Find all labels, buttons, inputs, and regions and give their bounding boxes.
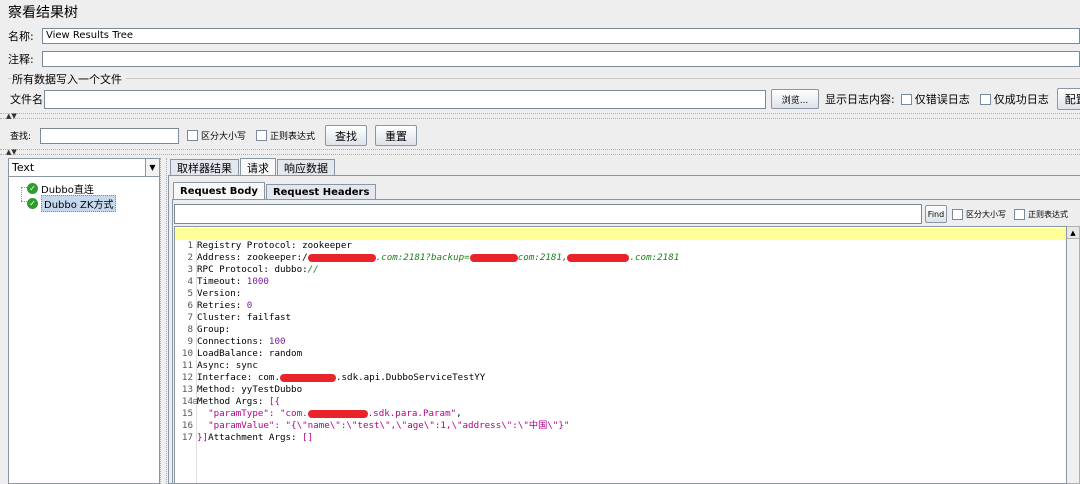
window-title: 察看结果树 <box>8 5 78 21</box>
splitter-top[interactable] <box>0 113 1080 119</box>
code-line: 14 ⊟ Method Args: [{ <box>181 396 280 407</box>
request-body-editor[interactable]: 1 Registry Protocol: zookeeper 2 Address: … <box>174 226 1067 484</box>
success-shield-icon: ✓ <box>27 183 38 194</box>
renderer-select-value: Text <box>12 161 35 174</box>
case-sensitive-label: 区分大小写 <box>201 132 247 142</box>
file-name-label: 文件名 <box>10 93 43 106</box>
tree-item-label: Dubbo直连 <box>41 185 94 196</box>
code-line: 11 Async: sync <box>181 360 258 371</box>
comment-input[interactable] <box>42 51 1080 67</box>
code-line: 3 RPC Protocol: dubbo:// <box>187 264 319 275</box>
errors-only-checkbox[interactable]: 仅错误日志 <box>900 91 970 107</box>
renderer-select[interactable]: Text ▼ <box>9 159 159 177</box>
tab-request-headers[interactable]: Request Headers <box>265 184 377 200</box>
code-line: 15 "paramType": "com. .sdk.para.Param", <box>181 408 462 419</box>
file-name-input[interactable] <box>44 89 766 109</box>
tree-item-dubbo-direct[interactable]: ✓ Dubbo直连 <box>27 181 94 196</box>
regex-box[interactable] <box>256 130 268 141</box>
reset-button[interactable]: 重置 <box>375 125 418 146</box>
code-line: 7 Cluster: failfast <box>187 312 292 323</box>
splitter-arrows-icon[interactable]: ▲▼ <box>6 113 17 120</box>
code-line: 6 Retries: 0 <box>187 300 253 311</box>
errors-only-label: 仅错误日志 <box>914 93 970 106</box>
find-button[interactable]: 查找 <box>325 125 368 146</box>
code-line: 13 Method: yyTestDubbo <box>181 384 303 395</box>
code-line: 4 Timeout: 1000 <box>187 276 269 287</box>
name-label: 名称: <box>8 30 34 43</box>
chevron-down-icon[interactable]: ▼ <box>145 159 159 176</box>
body-case-box[interactable] <box>952 208 963 220</box>
config-button[interactable]: 配置 <box>1056 88 1080 110</box>
tree-connector <box>21 187 22 201</box>
code-line: 1 Registry Protocol: zookeeper <box>175 228 1066 251</box>
scroll-up-arrow-icon[interactable]: ▲ <box>1067 227 1079 239</box>
code-line: 9 Connections: 100 <box>187 336 286 347</box>
case-sensitive-checkbox[interactable]: 区分大小写 <box>187 129 246 142</box>
code-line: 10 LoadBalance: random <box>181 348 303 359</box>
splitter-middle-arrows-icon[interactable]: ▲▼ <box>6 149 17 156</box>
tab-response-data[interactable]: 响应数据 <box>277 159 335 176</box>
regex-checkbox[interactable]: 正则表达式 <box>256 129 315 142</box>
tab-request[interactable]: 请求 <box>240 158 276 176</box>
body-regex-label: 正则表达式 <box>1028 209 1068 219</box>
code-line: 8 Group: <box>187 324 231 335</box>
body-case-label: 区分大小写 <box>966 209 1006 219</box>
code-line: 5 Version: <box>187 288 242 299</box>
regex-label: 正则表达式 <box>270 132 316 142</box>
body-find-button[interactable]: Find <box>925 205 947 223</box>
request-subtabs: Request Body Request Headers <box>173 182 377 200</box>
success-shield-icon: ✓ <box>27 198 38 209</box>
name-input[interactable]: View Results Tree <box>42 28 1080 44</box>
success-only-label: 仅成功日志 <box>993 93 1049 106</box>
code-line: 2 Address: zookeeper:/.com:2181?backup= co… <box>187 252 680 263</box>
tree-item-label: Dubbo ZK方式 <box>41 195 117 212</box>
tab-request-body[interactable]: Request Body <box>173 182 265 200</box>
tab-sampler-result[interactable]: 取样器结果 <box>170 159 239 176</box>
results-tree-panel: Text ▼ ✓ Dubbo直连 ✓ Dubbo ZK方式 <box>8 158 160 484</box>
search-label: 查找: <box>10 132 32 142</box>
success-only-box[interactable] <box>979 93 991 105</box>
code-line: 17}]Attachment Args: [] <box>181 432 314 443</box>
case-sensitive-box[interactable] <box>187 130 198 141</box>
body-regex-box[interactable] <box>1014 208 1025 220</box>
body-case-checkbox[interactable]: 区分大小写 <box>952 208 1006 220</box>
result-tabs: 取样器结果 请求 响应数据 <box>170 158 336 176</box>
body-regex-checkbox[interactable]: 正则表达式 <box>1014 208 1068 220</box>
editor-vertical-scrollbar[interactable]: ▲ <box>1067 226 1080 484</box>
code-line: 16 "paramValue": "{\"name\":\"test\",\"a… <box>181 420 570 431</box>
vertical-splitter[interactable] <box>160 158 167 484</box>
comment-label: 注释: <box>8 53 34 66</box>
log-content-label: 显示日志内容: <box>825 93 895 106</box>
splitter-middle[interactable] <box>0 149 1080 155</box>
body-search-input[interactable] <box>174 204 922 224</box>
success-only-checkbox[interactable]: 仅成功日志 <box>979 91 1049 107</box>
browse-button[interactable]: 浏览... <box>771 89 819 109</box>
search-input[interactable] <box>40 127 179 144</box>
code-line: 12 Interface: com. .sdk.api.DubboServiceTe… <box>181 372 486 383</box>
tree-item-dubbo-zk[interactable]: ✓ Dubbo ZK方式 <box>27 195 117 212</box>
file-group-border <box>8 78 1080 79</box>
errors-only-box[interactable] <box>900 93 912 105</box>
file-group-title: 所有数据写入一个文件 <box>12 71 126 87</box>
